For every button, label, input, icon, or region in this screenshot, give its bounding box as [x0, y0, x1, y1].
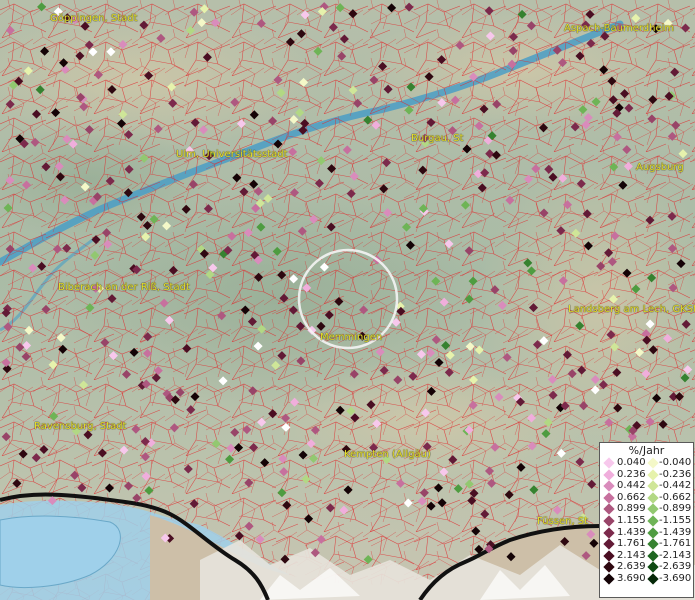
legend-value-positive: 1.439: [617, 526, 646, 538]
legend-rows: 0.040 -0.040 0.236 -0.236 0.442 -0.442 0.662 -0…: [600, 457, 693, 585]
legend-swatch-negative: [647, 573, 659, 585]
legend-value-negative: -0.040: [659, 457, 692, 468]
legend-swatch-positive: [603, 515, 615, 527]
city-label-landsberg: Landsberg am Lech, GKSt: [568, 304, 695, 315]
legend-swatch-positive: [603, 480, 615, 492]
legend-value-negative: -2.143: [659, 549, 692, 561]
legend-swatch-negative: [647, 503, 659, 516]
legend-row: 1.439 -1.439: [600, 527, 693, 539]
legend-value-positive: 0.040: [617, 457, 646, 468]
city-label-biberach: Biberach an der Riß, Stadt: [58, 282, 190, 293]
legend-value-negative: -1.761: [659, 538, 692, 550]
city-label-augsburg: Augsburg: [636, 162, 684, 173]
legend-row: 0.899 -0.899: [600, 503, 693, 516]
city-label-kempten: Kempten (Allgäu): [344, 449, 431, 460]
city-label-burgau: Burgau, St: [411, 133, 464, 144]
legend-value-negative: -0.662: [659, 491, 692, 503]
legend-swatch-positive: [603, 550, 615, 562]
legend-swatch-negative: [647, 457, 659, 469]
legend-row: 0.442 -0.442: [600, 480, 693, 492]
legend-swatch-negative: [647, 538, 659, 550]
city-label-ulm: Ulm, Universitätsstadt: [176, 149, 288, 160]
legend-value-positive: 0.442: [617, 480, 646, 492]
legend-row: 1.761 -1.761: [600, 538, 693, 550]
legend-value-positive: 1.761: [617, 538, 646, 550]
legend-swatch-positive: [603, 573, 615, 585]
city-label-goeppingen: Göppingen, Stadt: [50, 13, 138, 24]
legend-swatch-positive: [603, 503, 615, 516]
city-label-aspach: Aspach-Baumerdheim: [564, 23, 675, 34]
legend-swatch-negative: [647, 515, 659, 527]
legend-swatch-positive: [603, 561, 615, 574]
legend-row: 3.690 -3.690: [600, 573, 693, 585]
legend-row: 2.143 -2.143: [600, 550, 693, 562]
legend-swatch-negative: [647, 480, 659, 492]
city-label-fuessen: Füssen, St: [537, 516, 589, 527]
legend-swatch-negative: [647, 492, 659, 504]
legend-title: %/Jahr: [628, 444, 665, 457]
legend-swatch-negative: [647, 468, 659, 481]
legend-value-negative: -1.439: [659, 526, 692, 538]
legend-value-positive: 3.690: [617, 572, 646, 584]
legend-row: 2.639 -2.639: [600, 561, 693, 574]
legend-value-negative: -0.236: [659, 468, 692, 480]
legend-swatch-negative: [647, 526, 659, 539]
legend-value-positive: 0.899: [617, 503, 646, 515]
legend-row: 0.236 -0.236: [600, 469, 693, 481]
legend-value-negative: -0.899: [659, 503, 692, 515]
legend-value-negative: -2.639: [659, 561, 692, 573]
legend-value-negative: -1.155: [659, 514, 692, 526]
legend-row: 0.040 -0.040: [600, 457, 693, 469]
legend-swatch-positive: [603, 468, 615, 481]
legend-value-positive: 2.143: [617, 549, 646, 561]
legend-value-positive: 1.155: [617, 514, 646, 526]
legend-swatch-negative: [647, 550, 659, 562]
legend-swatch-positive: [603, 526, 615, 539]
legend-value-negative: -0.442: [659, 480, 692, 492]
city-label-ravensburg: Ravensburg, Stadt: [34, 421, 127, 432]
legend-row: 1.155 -1.155: [600, 515, 693, 527]
city-label-memmingen: Memmingen: [320, 332, 383, 343]
legend-value-positive: 2.639: [617, 561, 646, 573]
legend: %/Jahr 0.040 -0.040 0.236 -0.236 0.442 -0.442…: [599, 442, 694, 598]
map-canvas[interactable]: [0, 0, 695, 600]
legend-swatch-positive: [603, 538, 615, 550]
legend-value-positive: 0.662: [617, 491, 646, 503]
legend-row: 0.662 -0.662: [600, 492, 693, 504]
legend-swatch-positive: [603, 492, 615, 504]
legend-swatch-positive: [603, 457, 615, 469]
legend-swatch-negative: [647, 561, 659, 574]
legend-value-positive: 0.236: [617, 468, 646, 480]
legend-value-negative: -3.690: [659, 572, 692, 584]
